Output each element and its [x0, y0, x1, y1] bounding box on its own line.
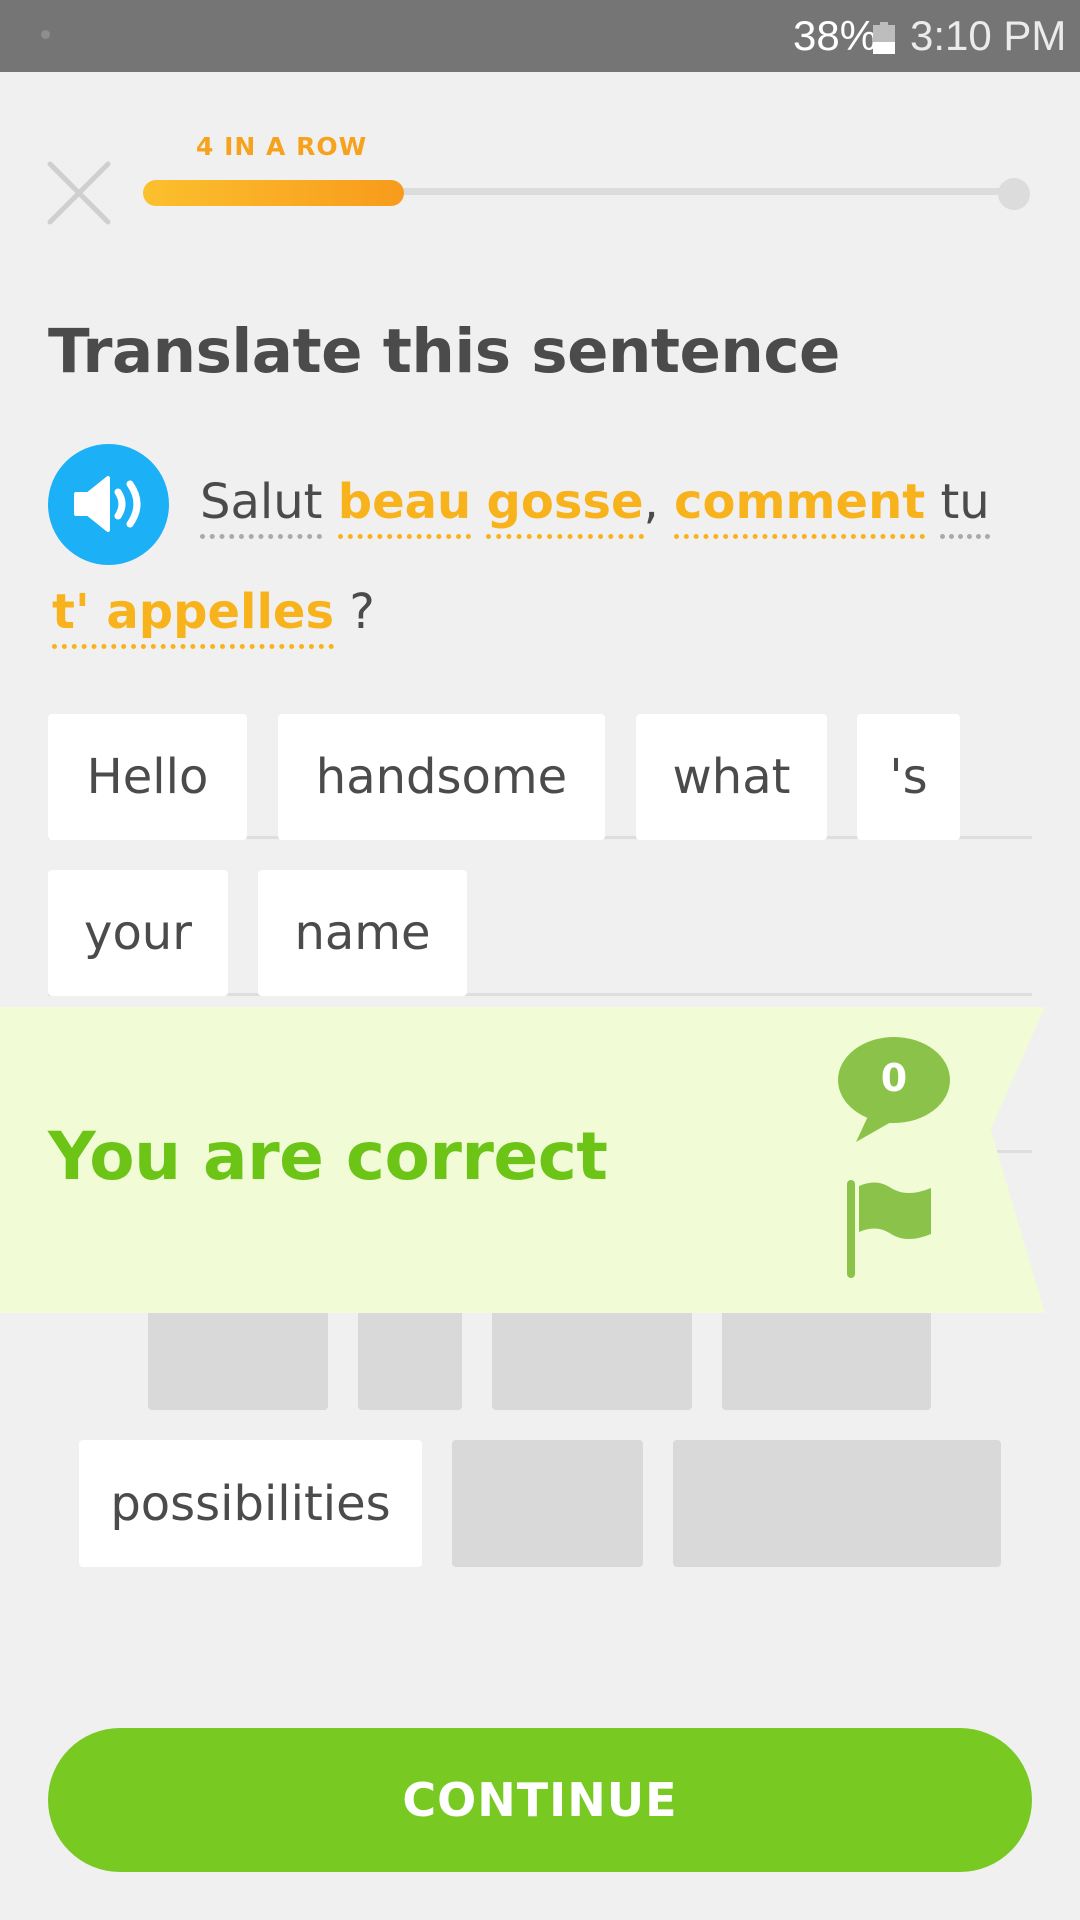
sentence-word[interactable]: beau [337, 474, 472, 539]
sentence-punct: , [643, 474, 659, 530]
answer-chip[interactable]: handsome [278, 714, 605, 840]
sentence-word[interactable]: tu [940, 474, 990, 539]
clock: 3:10 PM [910, 12, 1067, 59]
sentence-word-part: t' [52, 584, 90, 640]
notification-dot-icon [41, 30, 50, 39]
continue-button[interactable]: CONTINUE [48, 1728, 1032, 1872]
streak-label: 4 IN A ROW [196, 132, 368, 161]
sentence-word[interactable]: Salut [200, 474, 323, 539]
answer-chip[interactable]: 's [857, 714, 960, 840]
sentence-punct: ? [349, 584, 375, 640]
sentence-word[interactable]: t' appelles [52, 584, 335, 649]
progress-fill [143, 180, 404, 206]
speaker-button[interactable] [48, 444, 169, 565]
close-icon[interactable] [46, 160, 116, 230]
speaker-icon [74, 476, 141, 532]
battery-percentage: 38% [793, 12, 878, 59]
sentence-word[interactable]: comment [674, 474, 926, 539]
word-bank-chip[interactable]: possibilities [79, 1440, 422, 1567]
discussion-count: 0 [880, 1056, 908, 1100]
answer-chip[interactable]: name [258, 870, 467, 996]
sentence-line-1: Salut beau gosse, comment tu [200, 474, 990, 539]
answer-chip[interactable]: your [48, 870, 228, 996]
feedback-message: You are correct [48, 1118, 608, 1195]
report-flag-icon[interactable] [847, 1180, 937, 1280]
sentence-word[interactable]: gosse [486, 474, 644, 539]
battery-icon [873, 22, 895, 54]
word-bank-slot [673, 1440, 1001, 1567]
progress-end-dot [998, 178, 1030, 210]
word-bank-slot [452, 1440, 643, 1567]
sentence-word-part: appelles [106, 584, 335, 640]
sentence-line-2: t' appelles ? [52, 584, 375, 649]
status-bar: 38% 3:10 PM [0, 0, 1080, 72]
answer-chip[interactable]: Hello [48, 714, 247, 840]
instruction-title: Translate this sentence [48, 316, 840, 387]
answer-chip[interactable]: what [636, 714, 827, 840]
